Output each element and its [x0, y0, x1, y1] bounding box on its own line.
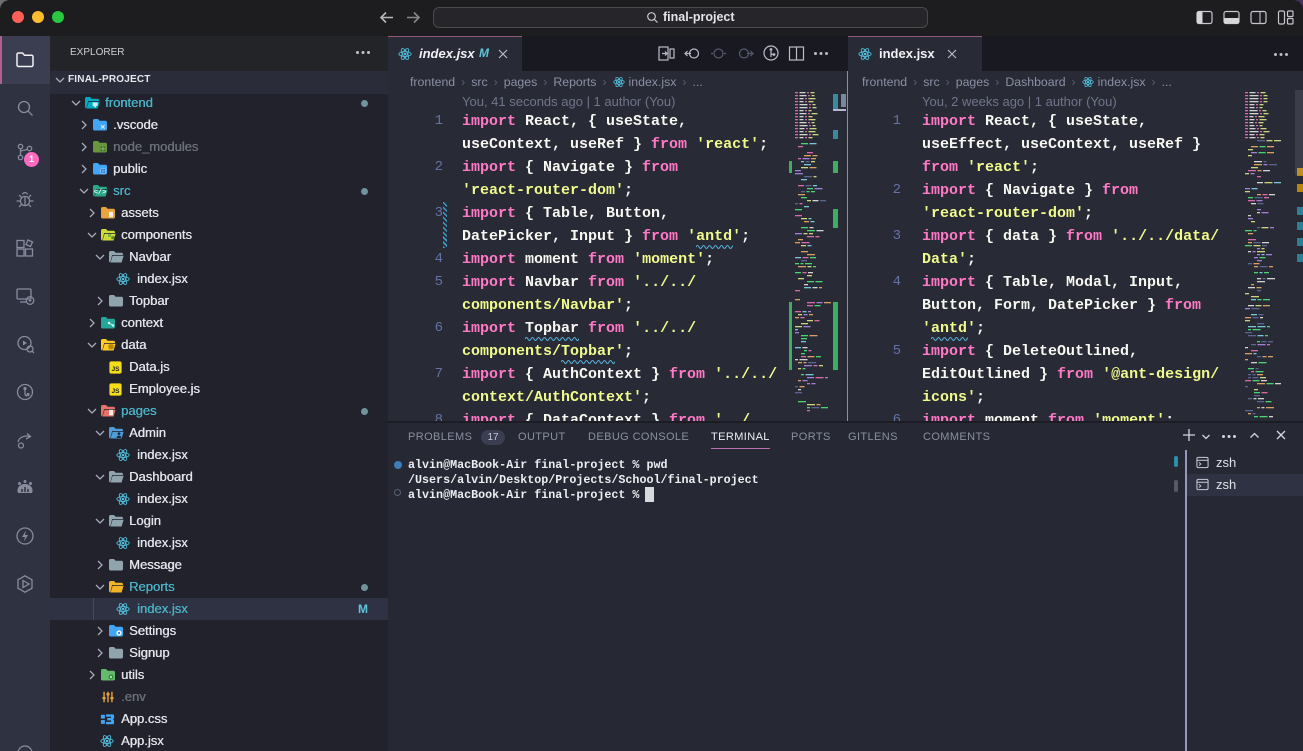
svg-text:JS: JS: [111, 388, 120, 395]
svg-text:</>: </>: [94, 189, 107, 197]
svg-text:JS: JS: [111, 366, 120, 373]
